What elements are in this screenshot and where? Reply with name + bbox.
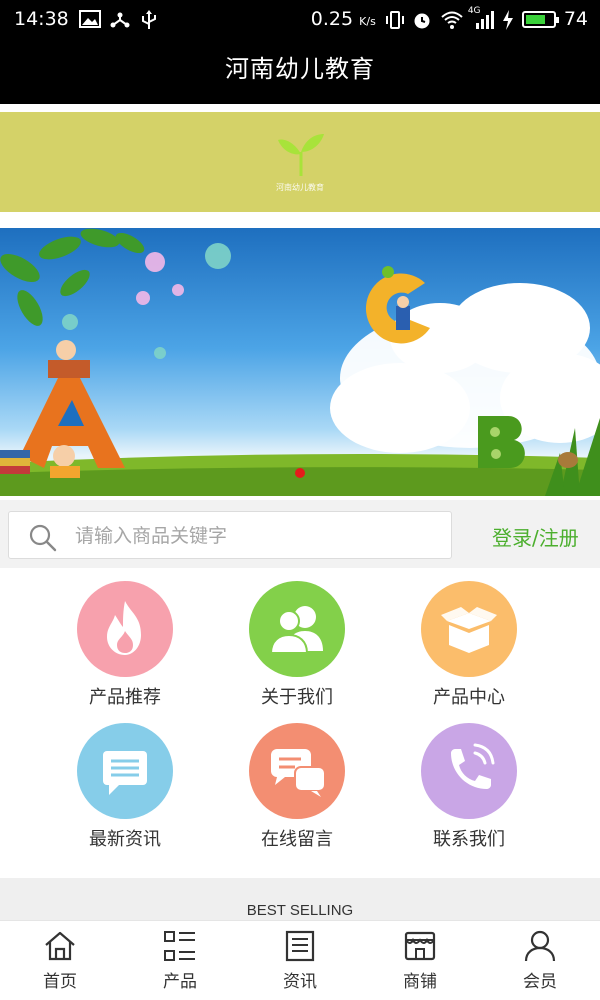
signal-icon: 4G (468, 6, 494, 29)
menu-item-label: 在线留言 (261, 829, 333, 850)
nav-products[interactable]: 产品 (120, 921, 240, 1000)
menu-item-online-message[interactable]: 在线留言 (207, 723, 387, 851)
bottom-navigation: 首页 产品 资讯 商铺 会员 (0, 920, 600, 1000)
page-title: 河南幼儿教育 (225, 55, 375, 83)
menu-item-product-center[interactable]: 产品中心 (379, 581, 559, 709)
search-input[interactable] (75, 518, 435, 554)
users-icon (269, 606, 323, 654)
logo-caption: 河南幼儿教育 (276, 183, 324, 192)
menu-item-label: 最新资讯 (89, 829, 161, 850)
flame-icon (107, 601, 141, 655)
promo-banner[interactable] (0, 228, 600, 496)
battery-icon (521, 10, 559, 28)
carousel-indicator-dot[interactable] (295, 468, 305, 478)
nav-label: 商铺 (403, 972, 437, 992)
home-icon (45, 931, 75, 961)
nav-member[interactable]: 会员 (480, 921, 600, 1000)
menu-item-label: 产品中心 (433, 687, 505, 708)
search-bar: 登录/注册 (0, 500, 600, 568)
network-speed: 0.25 K/s (310, 8, 376, 30)
section-title: BEST SELLING (246, 902, 354, 919)
user-icon (524, 930, 556, 962)
login-register-link[interactable]: 登录/注册 (492, 522, 579, 551)
menu-item-about-us[interactable]: 关于我们 (207, 581, 387, 709)
nav-label: 会员 (523, 972, 557, 992)
menu-item-label: 关于我们 (261, 687, 333, 708)
menu-item-product-recommend[interactable]: 产品推荐 (35, 581, 215, 709)
message-icon (103, 751, 147, 795)
nav-home[interactable]: 首页 (0, 921, 120, 1000)
nav-news[interactable]: 资讯 (240, 921, 360, 1000)
menu-item-circle (249, 723, 345, 819)
search-icon (29, 524, 57, 552)
nav-store[interactable]: 商铺 (360, 921, 480, 1000)
menu-item-contact-us[interactable]: 联系我们 (379, 723, 559, 851)
usb-icon (139, 10, 159, 29)
menu-item-circle (77, 723, 173, 819)
box-icon (441, 607, 497, 653)
sprout-logo-icon (278, 134, 324, 176)
share-icon (109, 10, 130, 28)
app-header: 河南幼儿教育 (0, 38, 600, 104)
chat-icon (271, 749, 326, 797)
status-time: 14:38 (14, 8, 69, 30)
banner-illustration (0, 228, 600, 496)
logo-banner: 河南幼儿教育 (0, 112, 600, 212)
menu-item-circle (77, 581, 173, 677)
store-icon (404, 931, 436, 961)
grid-list-icon (164, 931, 195, 961)
menu-item-circle (421, 723, 517, 819)
news-icon (285, 930, 315, 962)
wifi-icon (440, 10, 463, 29)
search-box[interactable] (8, 511, 452, 559)
alarm-icon (412, 10, 432, 29)
battery-percent: 74 (563, 8, 588, 30)
best-selling-section: BEST SELLING (0, 878, 600, 920)
nav-label: 产品 (163, 972, 197, 992)
nav-label: 资讯 (283, 972, 317, 992)
vibrate-icon (384, 10, 404, 29)
feature-menu: 产品推荐 关于我们 产品中心 最新资讯 在线留言 联系我们 (0, 568, 600, 878)
nav-label: 首页 (43, 972, 77, 992)
charging-icon (502, 10, 514, 30)
menu-item-circle (249, 581, 345, 677)
status-bar: 14:38 0.25 K/s 4G 74 (0, 0, 600, 38)
menu-item-circle (421, 581, 517, 677)
image-icon (78, 10, 101, 28)
phone-icon (451, 743, 495, 789)
menu-item-latest-news[interactable]: 最新资讯 (35, 723, 215, 851)
menu-item-label: 产品推荐 (89, 687, 161, 708)
menu-item-label: 联系我们 (433, 829, 505, 850)
